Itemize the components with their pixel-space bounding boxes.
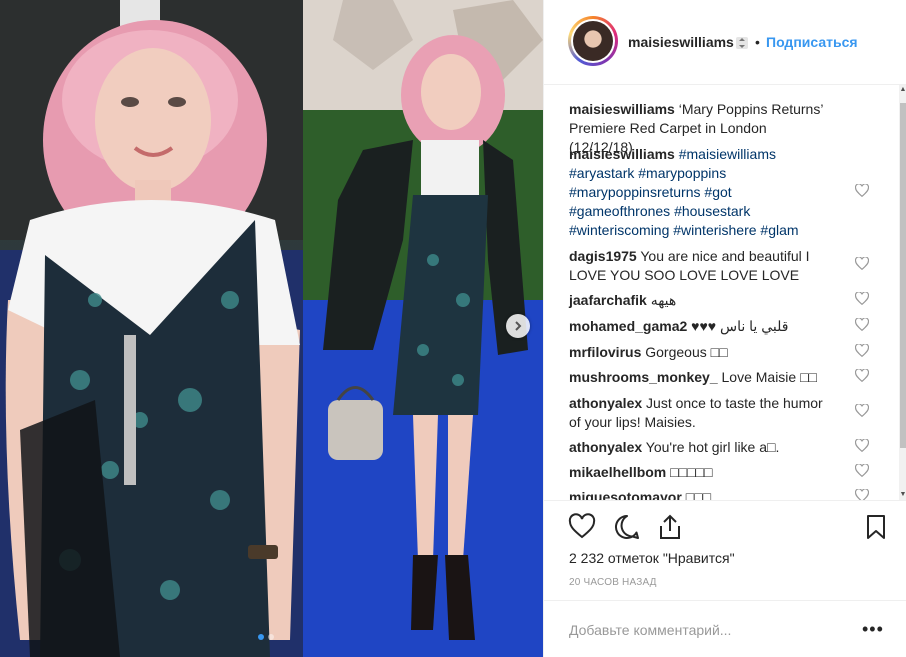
comment-text: Gorgeous □□ <box>645 344 728 360</box>
comment-like-heart-icon[interactable] <box>855 464 869 477</box>
comment-icon[interactable] <box>613 513 641 541</box>
comment-text: ♥♥♥ قلبي يا ناس <box>691 318 789 334</box>
bookmark-icon[interactable] <box>862 513 890 541</box>
carousel-dot <box>268 634 274 640</box>
add-comment-input[interactable] <box>569 620 849 640</box>
post-details-panel: maisieswilliams • Подписаться maisieswil… <box>543 0 906 657</box>
heart-icon[interactable] <box>568 513 596 541</box>
comment-like-heart-icon[interactable] <box>855 257 869 270</box>
comments-scrollbar[interactable]: ▲ ▼ <box>899 85 906 500</box>
comment-item: athonyalex You're hot girl like a□. <box>569 438 829 457</box>
story-ring[interactable] <box>568 16 618 66</box>
comment-username[interactable]: athonyalex <box>569 395 642 411</box>
comment-username[interactable]: athonyalex <box>569 439 642 455</box>
comment-like-heart-icon[interactable] <box>855 318 869 331</box>
comment-text: هيهه <box>650 292 677 308</box>
comment-username[interactable]: dagis1975 <box>569 248 637 264</box>
scroll-down-arrow-icon[interactable]: ▼ <box>899 490 906 500</box>
carousel-next-button[interactable] <box>506 314 530 338</box>
hashtag-link[interactable]: #winterishere <box>673 222 756 238</box>
comment-item: miguesotomayor □□□ <box>569 488 829 500</box>
comment-username[interactable]: mushrooms_monkey_ <box>569 369 718 385</box>
hashtag-link[interactable]: #marypoppins <box>638 165 726 181</box>
hashtag-link[interactable]: #gameofthrones <box>569 203 670 219</box>
comment-item: mohamed_gama2 ♥♥♥ قلبي يا ناس <box>569 317 829 336</box>
comment-text: You're hot girl like a□. <box>645 439 780 455</box>
post-actions: 2 232 отметок "Нравится" 20 часов назад <box>544 500 906 600</box>
post-header: maisieswilliams • Подписаться <box>544 0 906 85</box>
hashtag-comment: maisieswilliams #maisiewilliams #aryasta… <box>569 145 829 240</box>
comment-username[interactable]: miguesotomayor <box>569 489 682 500</box>
comment-like-heart-icon[interactable] <box>855 184 869 197</box>
scroll-up-arrow-icon[interactable]: ▲ <box>899 85 906 95</box>
comment-username[interactable]: jaafarchafik <box>569 292 647 308</box>
comment-username[interactable]: mohamed_gama2 <box>569 318 687 334</box>
post-author-username[interactable]: maisieswilliams <box>628 34 734 50</box>
hashtag-link[interactable]: #maisiewilliams <box>679 146 776 162</box>
likes-count[interactable]: 2 232 отметок "Нравится" <box>569 550 735 566</box>
comment-item: mushrooms_monkey_ Love Maisie □□ <box>569 368 829 387</box>
carousel-indicator <box>258 634 274 640</box>
header-separator: • <box>755 34 760 50</box>
hashtag-link[interactable]: #marypoppinsreturns <box>569 184 701 200</box>
comment-text: □□□ <box>685 489 712 500</box>
comment-username[interactable]: mikaelhellbom <box>569 464 666 480</box>
comment-item: athonyalex Just once to taste the humor … <box>569 394 829 432</box>
comment-text: Love Maisie □□ <box>721 369 818 385</box>
avatar[interactable] <box>571 19 615 63</box>
caption-username[interactable]: maisieswilliams <box>569 101 675 117</box>
verified-badge-icon <box>736 37 748 49</box>
hashtag-link[interactable]: #aryastark <box>569 165 634 181</box>
comment-like-heart-icon[interactable] <box>855 439 869 452</box>
comment-like-heart-icon[interactable] <box>855 404 869 417</box>
comment-item: mikaelhellbom □□□□□ <box>569 463 829 482</box>
chevron-right-icon <box>515 321 522 331</box>
comment-item: dagis1975 You are nice and beautiful I L… <box>569 247 829 285</box>
comment-item: mrfilovirus Gorgeous □□ <box>569 343 829 362</box>
comment-like-heart-icon[interactable] <box>855 292 869 305</box>
scroll-thumb[interactable] <box>900 103 906 448</box>
comment-username[interactable]: maisieswilliams <box>569 146 675 162</box>
hashtag-link[interactable]: #housestark <box>674 203 750 219</box>
hashtag-link[interactable]: #glam <box>760 222 798 238</box>
add-comment-section: ••• <box>544 600 906 657</box>
post-media[interactable] <box>0 0 543 657</box>
comment-like-heart-icon[interactable] <box>855 489 869 500</box>
post-timestamp[interactable]: 20 часов назад <box>569 577 657 588</box>
avatar-image <box>573 21 613 61</box>
share-icon[interactable] <box>656 513 684 541</box>
photo-portrait <box>0 0 303 657</box>
hashtag-link[interactable]: #winteriscoming <box>569 222 669 238</box>
comment-like-heart-icon[interactable] <box>855 369 869 382</box>
comment-like-heart-icon[interactable] <box>855 344 869 357</box>
comment-username[interactable]: mrfilovirus <box>569 344 641 360</box>
more-options-button[interactable]: ••• <box>862 619 884 640</box>
comment-item: jaafarchafik هيهه <box>569 291 829 310</box>
carousel-dot <box>258 634 264 640</box>
comment-text: □□□□□ <box>670 464 713 480</box>
comments-list[interactable]: maisieswilliams ‘Mary Poppins Returns’ P… <box>544 85 906 500</box>
follow-button[interactable]: Подписаться <box>766 34 858 50</box>
hashtag-link[interactable]: #got <box>704 184 731 200</box>
